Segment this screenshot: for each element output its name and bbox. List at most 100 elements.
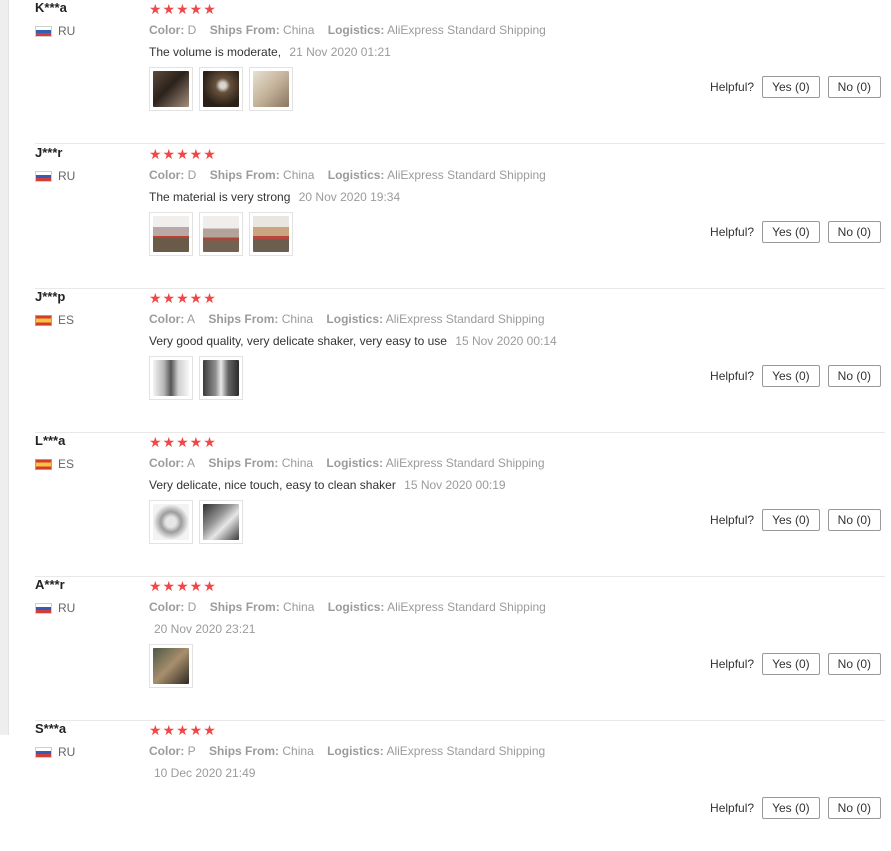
review-images	[149, 356, 243, 400]
helpful-yes-button[interactable]: Yes (0)	[762, 221, 820, 243]
review-date: 10 Dec 2020 21:49	[154, 766, 256, 780]
helpful-label: Helpful?	[710, 80, 755, 94]
color-label: Color:	[149, 744, 185, 758]
review-image-thumbnail[interactable]	[149, 500, 193, 544]
review-meta: Color: D Ships From: China Logistics: Al…	[149, 23, 556, 37]
helpful-controls: Helpful? Yes (0) No (0)	[710, 365, 881, 387]
russia-flag-icon	[35, 170, 52, 182]
color-value: D	[187, 23, 197, 37]
ships-from-value: China	[281, 456, 314, 470]
star-rating: ★★★★★	[149, 290, 217, 306]
logistics-value: AliExpress Standard Shipping	[387, 168, 546, 182]
review-images	[149, 644, 193, 688]
logistics-label: Logistics:	[326, 456, 384, 470]
helpful-no-button[interactable]: No (0)	[827, 76, 881, 98]
ships-from-label: Ships From:	[209, 600, 280, 614]
logistics-value: AliExpress Standard Shipping	[385, 312, 545, 326]
helpful-yes-button[interactable]: Yes (0)	[762, 76, 820, 98]
reviews-page: K***a RU ★★★★★ Color: D Ships From: Chin…	[0, 0, 891, 851]
review-body: The volume is moderate,	[149, 45, 282, 59]
helpful-no-button[interactable]: No (0)	[827, 653, 881, 675]
star-rating: ★★★★★	[149, 1, 217, 17]
reviewer-country: ES	[35, 313, 74, 327]
color-value: D	[187, 168, 197, 182]
logistics-label: Logistics:	[326, 312, 384, 326]
review-text: Very delicate, nice touch, easy to clean…	[149, 478, 506, 492]
helpful-controls: Helpful? Yes (0) No (0)	[710, 221, 881, 243]
ships-from-label: Ships From:	[209, 23, 280, 37]
review-item: J***r RU ★★★★★ Color: D Ships From: Chin…	[35, 145, 885, 289]
helpful-controls: Helpful? Yes (0) No (0)	[710, 76, 881, 98]
star-rating: ★★★★★	[149, 722, 217, 738]
country-code: RU	[58, 601, 76, 615]
color-label: Color:	[149, 168, 185, 182]
review-text: The volume is moderate, 21 Nov 2020 01:2…	[149, 45, 391, 59]
review-item: K***a RU ★★★★★ Color: D Ships From: Chin…	[35, 0, 885, 144]
country-code: RU	[58, 24, 76, 38]
logistics-value: AliExpress Standard Shipping	[387, 23, 546, 37]
review-image-thumbnail[interactable]	[199, 356, 243, 400]
russia-flag-icon	[35, 746, 52, 758]
color-label: Color:	[149, 456, 185, 470]
russia-flag-icon	[35, 602, 52, 614]
reviewer-country: RU	[35, 169, 75, 183]
review-image-thumbnail[interactable]	[199, 212, 243, 256]
logistics-value: AliExpress Standard Shipping	[386, 744, 546, 758]
review-image-thumbnail[interactable]	[249, 67, 293, 111]
review-image-thumbnail[interactable]	[149, 212, 193, 256]
reviewer-name: K***a	[35, 0, 67, 15]
review-content: ★★★★★ Color: D Ships From: China Logisti…	[149, 145, 885, 289]
star-rating: ★★★★★	[149, 434, 217, 450]
helpful-no-button[interactable]: No (0)	[827, 797, 881, 819]
review-image-thumbnail[interactable]	[199, 500, 243, 544]
country-code: ES	[58, 457, 75, 471]
reviewer-country: RU	[35, 745, 75, 759]
review-content: ★★★★★ Color: D Ships From: China Logisti…	[149, 0, 885, 144]
review-body: Very good quality, very delicate shaker,…	[149, 334, 447, 348]
helpful-no-button[interactable]: No (0)	[827, 221, 881, 243]
review-images	[149, 500, 243, 544]
reviewer-name: J***p	[35, 289, 66, 304]
color-value: P	[187, 744, 196, 758]
ships-from-value: China	[282, 744, 314, 758]
review-body: Very delicate, nice touch, easy to clean…	[149, 478, 396, 492]
review-image-thumbnail[interactable]	[249, 212, 293, 256]
reviewer-country: RU	[35, 601, 75, 615]
review-date: 20 Nov 2020 23:21	[154, 622, 256, 636]
helpful-yes-button[interactable]: Yes (0)	[762, 509, 820, 531]
color-label: Color:	[149, 312, 185, 326]
review-image-thumbnail[interactable]	[149, 644, 193, 688]
ships-from-value: China	[281, 312, 314, 326]
helpful-yes-button[interactable]: Yes (0)	[762, 797, 820, 819]
review-image-thumbnail[interactable]	[149, 356, 193, 400]
ships-from-value: China	[283, 168, 315, 182]
logistics-label: Logistics:	[327, 600, 385, 614]
helpful-controls: Helpful? Yes (0) No (0)	[710, 797, 881, 819]
review-image-thumbnail[interactable]	[149, 67, 193, 111]
review-item: L***a ES ★★★★★ Color: A Ships From: Chin…	[35, 433, 885, 577]
helpful-no-button[interactable]: No (0)	[827, 365, 881, 387]
review-content: ★★★★★ Color: D Ships From: China Logisti…	[149, 577, 885, 721]
country-code: RU	[58, 745, 76, 759]
review-meta: Color: D Ships From: China Logistics: Al…	[149, 600, 556, 614]
logistics-value: AliExpress Standard Shipping	[387, 600, 546, 614]
color-value: A	[187, 312, 196, 326]
helpful-no-button[interactable]: No (0)	[827, 509, 881, 531]
review-meta: Color: A Ships From: China Logistics: Al…	[149, 456, 555, 470]
helpful-label: Helpful?	[710, 657, 755, 671]
helpful-yes-button[interactable]: Yes (0)	[762, 365, 820, 387]
review-content: ★★★★★ Color: A Ships From: China Logisti…	[149, 433, 885, 577]
logistics-label: Logistics:	[327, 23, 385, 37]
review-date: 15 Nov 2020 00:19	[404, 478, 506, 492]
left-rail	[0, 0, 9, 735]
reviewer-name: A***r	[35, 577, 65, 592]
review-images	[149, 67, 293, 111]
ships-from-value: China	[283, 23, 315, 37]
review-item: A***r RU ★★★★★ Color: D Ships From: Chin…	[35, 577, 885, 721]
country-code: RU	[58, 169, 76, 183]
helpful-label: Helpful?	[710, 513, 755, 527]
review-image-thumbnail[interactable]	[199, 67, 243, 111]
helpful-yes-button[interactable]: Yes (0)	[762, 653, 820, 675]
helpful-label: Helpful?	[710, 801, 755, 815]
review-meta: Color: A Ships From: China Logistics: Al…	[149, 312, 555, 326]
